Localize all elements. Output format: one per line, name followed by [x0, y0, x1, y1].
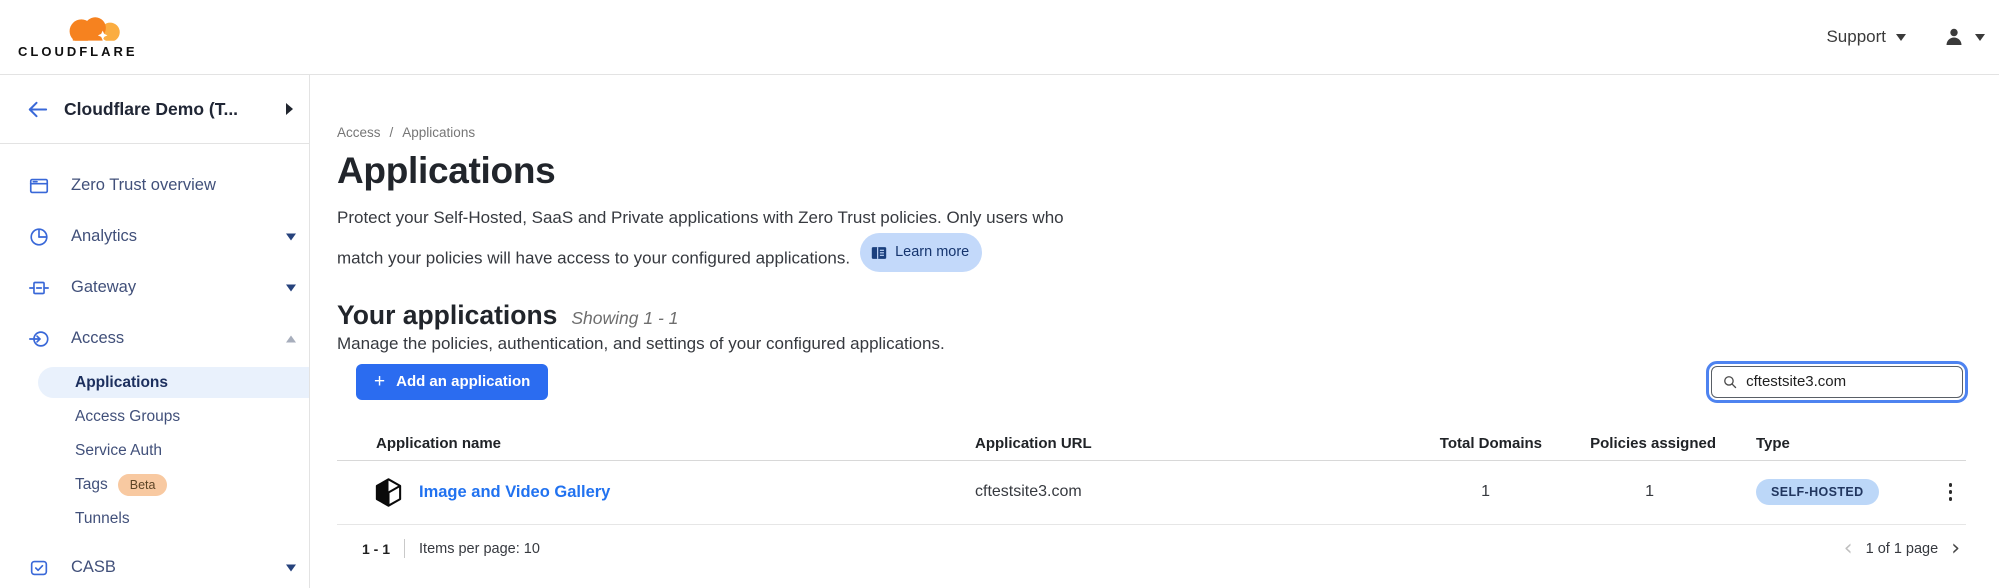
total-domains-cell: 1 — [1430, 483, 1542, 501]
sidebar-item-label: Service Auth — [75, 442, 162, 460]
column-header-total-domains: Total Domains — [1430, 435, 1542, 452]
applications-table: Application name Application URL Total D… — [337, 427, 1966, 560]
section-title: Your applications — [337, 300, 557, 331]
table-header-row: Application name Application URL Total D… — [337, 427, 1966, 461]
description-line1: Protect your Self-Hosted, SaaS and Priva… — [337, 208, 1064, 227]
plus-icon: + — [374, 372, 385, 391]
application-name-link[interactable]: Image and Video Gallery — [419, 483, 610, 502]
breadcrumb-separator: / — [390, 125, 394, 140]
column-header-type: Type — [1716, 435, 1930, 452]
sidebar-item-analytics[interactable]: Analytics — [0, 211, 309, 262]
book-icon — [870, 244, 888, 262]
pagination-range: 1 - 1 — [362, 541, 390, 557]
support-label: Support — [1826, 27, 1886, 47]
pie-chart-icon — [28, 226, 50, 248]
page-indicator: 1 of 1 page — [1866, 541, 1939, 557]
user-account-menu[interactable] — [1942, 25, 1985, 49]
gateway-icon — [28, 277, 50, 299]
sidebar: Cloudflare Demo (T... Zero Trust overvie… — [0, 75, 310, 588]
showing-count: Showing 1 - 1 — [571, 308, 678, 329]
cloudflare-wordmark: CLOUDFLARE — [18, 44, 168, 59]
section-subtitle: Manage the policies, authentication, and… — [337, 334, 1966, 354]
page-title: Applications — [337, 150, 1966, 192]
user-icon — [1942, 25, 1966, 49]
sidebar-item-label: Access Groups — [75, 408, 180, 426]
page-description: Protect your Self-Hosted, SaaS and Priva… — [337, 202, 1337, 274]
sidebar-item-applications[interactable]: Applications — [38, 367, 309, 398]
sidebar-item-label: Applications — [75, 374, 168, 392]
application-cube-icon — [373, 477, 404, 508]
sidebar-item-label: Tunnels — [75, 510, 130, 528]
account-switcher[interactable]: Cloudflare Demo (T... — [0, 75, 309, 144]
add-application-label: Add an application — [396, 373, 530, 390]
add-application-button[interactable]: + Add an application — [356, 364, 548, 400]
sidebar-item-access-groups[interactable]: Access Groups — [0, 400, 309, 434]
sidebar-item-zero-trust-overview[interactable]: Zero Trust overview — [0, 160, 309, 211]
chevron-down-icon — [1896, 34, 1906, 41]
breadcrumb-access[interactable]: Access — [337, 125, 381, 140]
description-line2: match your policies will have access to … — [337, 249, 850, 268]
row-actions-kebab-menu[interactable] — [1939, 479, 1963, 505]
next-page-button[interactable]: › — [1951, 538, 1960, 560]
table-footer: 1 - 1 Items per page: 10 ‹ 1 of 1 page › — [337, 525, 1966, 560]
breadcrumb-applications[interactable]: Applications — [402, 125, 475, 140]
policies-assigned-cell: 1 — [1542, 483, 1716, 501]
chevron-up-icon — [286, 335, 296, 342]
sidebar-nav: Zero Trust overview Analytics Gateway — [0, 144, 309, 588]
back-arrow-icon[interactable] — [26, 98, 49, 121]
search-input[interactable] — [1746, 373, 1952, 390]
sidebar-item-label: Gateway — [71, 278, 136, 297]
sidebar-item-tunnels[interactable]: Tunnels — [0, 502, 309, 536]
column-header-application-url: Application URL — [975, 435, 1430, 452]
search-icon — [1722, 373, 1738, 391]
previous-page-button[interactable]: ‹ — [1844, 538, 1853, 560]
sidebar-item-label: Analytics — [71, 227, 137, 246]
overview-window-icon — [28, 175, 50, 197]
column-header-application-name: Application name — [337, 435, 975, 452]
sidebar-item-label: CASB — [71, 558, 116, 577]
sidebar-item-label: Access — [71, 329, 124, 348]
application-url-cell: cftestsite3.com — [975, 483, 1430, 501]
sidebar-item-casb[interactable]: CASB — [0, 542, 309, 588]
sidebar-item-service-auth[interactable]: Service Auth — [0, 434, 309, 468]
account-name: Cloudflare Demo (T... — [64, 99, 271, 120]
beta-badge: Beta — [118, 474, 168, 496]
chevron-down-icon — [286, 564, 296, 571]
casb-shield-check-icon — [28, 557, 50, 579]
items-per-page-select[interactable]: Items per page: 10 — [419, 541, 540, 557]
chevron-down-icon — [1975, 34, 1985, 41]
sidebar-item-access[interactable]: Access — [0, 313, 309, 364]
learn-more-button[interactable]: Learn more — [860, 233, 982, 272]
sidebar-item-tags[interactable]: Tags Beta — [0, 468, 309, 502]
top-header: CLOUDFLARE Support — [0, 0, 1999, 75]
sidebar-item-label: Tags — [75, 476, 108, 494]
type-badge: SELF-HOSTED — [1756, 479, 1879, 505]
search-box[interactable] — [1711, 366, 1963, 398]
column-header-policies-assigned: Policies assigned — [1542, 435, 1716, 452]
access-login-icon — [28, 328, 50, 350]
divider — [404, 539, 405, 558]
support-menu[interactable]: Support — [1826, 27, 1906, 47]
chevron-down-icon — [286, 233, 296, 240]
access-subnav: Applications Access Groups Service Auth … — [0, 367, 309, 536]
breadcrumb: Access / Applications — [337, 125, 1966, 140]
main-content: Access / Applications Applications Prote… — [310, 75, 1999, 588]
cloudflare-cloud-icon — [60, 15, 124, 43]
sidebar-item-gateway[interactable]: Gateway — [0, 262, 309, 313]
chevron-right-icon — [286, 103, 293, 115]
table-row: Image and Video Gallery cftestsite3.com … — [337, 461, 1966, 525]
sidebar-item-label: Zero Trust overview — [71, 176, 216, 195]
chevron-down-icon — [286, 284, 296, 291]
cloudflare-logo[interactable]: CLOUDFLARE — [18, 15, 168, 59]
learn-more-label: Learn more — [895, 237, 969, 268]
